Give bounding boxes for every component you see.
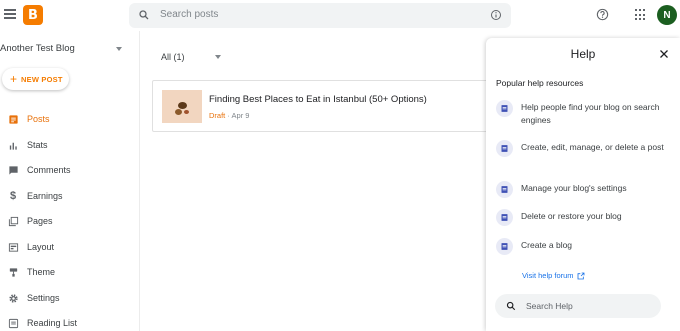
help-resource-label: Delete or restore your blog — [521, 211, 622, 221]
document-icon — [496, 238, 513, 255]
search-icon — [139, 10, 149, 20]
sidebar-item-label: Pages — [27, 216, 53, 226]
help-resource-label: Manage your blog's settings — [521, 183, 627, 193]
sidebar-item-pages[interactable]: Pages — [0, 211, 140, 231]
post-list-item[interactable]: Finding Best Places to Eat in Istanbul (… — [152, 80, 492, 132]
plus-icon: + — [10, 72, 18, 86]
comments-icon — [7, 164, 19, 176]
posts-icon — [7, 113, 19, 125]
post-meta: Draft · Apr 9 — [209, 111, 249, 120]
blogger-logo[interactable]: B — [23, 5, 43, 25]
sidebar-item-layout[interactable]: Layout — [0, 237, 140, 257]
document-icon — [496, 140, 513, 157]
sidebar-item-theme[interactable]: Theme — [0, 262, 140, 282]
gear-icon — [7, 292, 19, 304]
dollar-icon: $ — [9, 190, 17, 202]
document-icon — [496, 181, 513, 198]
help-resource-link[interactable]: Delete or restore your blog — [496, 209, 676, 226]
search-posts-bar[interactable]: Search posts — [129, 3, 511, 28]
help-resource-link[interactable]: Create a blog — [496, 238, 676, 255]
sidebar-item-label: Settings — [27, 293, 60, 303]
apps-grid-icon[interactable] — [635, 9, 647, 21]
thumbnail-food-shape — [178, 102, 187, 109]
sidebar-item-label: Comments — [27, 165, 71, 175]
help-section-heading: Popular help resources — [496, 78, 584, 88]
sidebar-item-reading-list[interactable]: Reading List — [0, 313, 140, 331]
reading-list-icon — [7, 317, 19, 329]
help-resource-link[interactable]: Manage your blog's settings — [496, 181, 676, 198]
sidebar-item-label: Posts — [27, 114, 50, 124]
close-icon[interactable] — [658, 48, 670, 60]
help-resource-link[interactable]: Help people find your blog on search eng… — [496, 100, 676, 127]
sidebar-item-label: Reading List — [27, 318, 78, 328]
theme-icon — [7, 266, 19, 278]
search-help-placeholder: Search Help — [526, 301, 573, 311]
layout-icon — [7, 241, 19, 253]
blog-selector[interactable]: Another Test Blog — [0, 43, 75, 54]
pages-icon — [7, 215, 19, 227]
blog-selector-caret-icon[interactable] — [116, 47, 122, 51]
help-resource-label: Create, edit, manage, or delete a post — [521, 142, 664, 152]
top-app-bar: B Search posts N — [0, 0, 680, 31]
post-title[interactable]: Finding Best Places to Eat in Istanbul (… — [209, 94, 427, 105]
post-date: Apr 9 — [231, 111, 250, 120]
thumbnail-food-shape — [184, 110, 189, 114]
new-post-button[interactable]: + NEW POST — [2, 68, 69, 90]
hamburger-menu-icon[interactable] — [4, 9, 16, 19]
help-resource-label: Create a blog — [521, 240, 573, 250]
search-posts-input[interactable]: Search posts — [160, 9, 218, 20]
new-post-label: NEW POST — [21, 74, 63, 84]
sidebar-item-label: Earnings — [27, 191, 63, 201]
post-status: Draft — [209, 111, 226, 120]
sidebar-item-label: Stats — [27, 140, 48, 150]
visit-help-forum-label: Visit help forum — [522, 271, 574, 280]
external-link-icon — [577, 272, 584, 279]
sidebar-item-posts[interactable]: Posts — [0, 109, 140, 129]
chevron-down-icon[interactable] — [215, 55, 221, 59]
post-filter-dropdown[interactable]: All (1) — [161, 52, 185, 62]
help-icon[interactable] — [596, 8, 609, 21]
sidebar-item-comments[interactable]: Comments — [0, 160, 140, 180]
sidebar-item-earnings[interactable]: $ Earnings — [0, 186, 140, 206]
document-icon — [496, 100, 513, 117]
help-resource-link[interactable]: Create, edit, manage, or delete a post — [496, 140, 676, 157]
sidebar-item-label: Theme — [27, 267, 56, 277]
sidebar-item-stats[interactable]: Stats — [0, 135, 140, 155]
stats-icon — [7, 139, 19, 151]
thumbnail-food-shape — [175, 109, 182, 115]
search-icon — [506, 301, 516, 311]
account-avatar[interactable]: N — [657, 5, 677, 25]
post-thumbnail — [162, 90, 202, 123]
help-panel-title: Help — [570, 47, 596, 61]
sidebar-item-settings[interactable]: Settings — [0, 288, 140, 308]
document-icon — [496, 209, 513, 226]
sidebar: Another Test Blog + NEW POST Posts Stats… — [0, 31, 140, 331]
help-resource-label: Help people find your blog on search eng… — [521, 102, 660, 125]
search-help-input[interactable]: Search Help — [495, 294, 661, 318]
sidebar-item-label: Layout — [27, 242, 55, 252]
visit-help-forum-link[interactable]: Visit help forum — [522, 271, 585, 280]
info-icon[interactable] — [490, 9, 502, 21]
help-panel: Help Popular help resources Help people … — [486, 38, 680, 331]
